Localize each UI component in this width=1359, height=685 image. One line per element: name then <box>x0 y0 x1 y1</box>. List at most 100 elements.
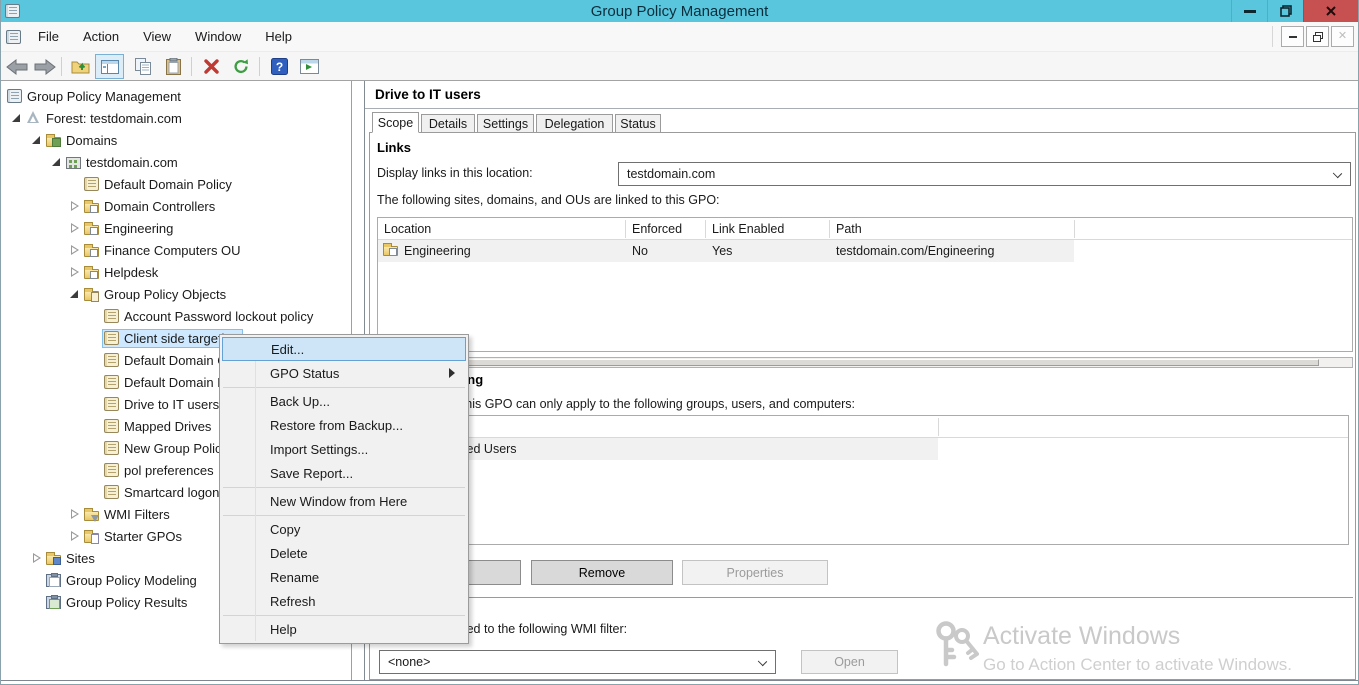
new-window-button[interactable] <box>297 55 321 78</box>
help-button[interactable]: ? <box>267 55 291 78</box>
forward-button[interactable] <box>33 55 57 78</box>
tree-item-testdomain[interactable]: testdomain.com <box>1 151 351 173</box>
column-enforced[interactable]: Enforced <box>626 218 706 240</box>
minimize-button[interactable] <box>1231 0 1267 22</box>
tree-item-default-domain-policy[interactable]: Default Domain Policy <box>1 173 351 195</box>
tree-item-gpmc-root[interactable]: Group Policy Management <box>1 85 351 107</box>
tree-item-finance-computers-ou[interactable]: Finance Computers OU <box>1 239 351 261</box>
back-button[interactable] <box>5 55 29 78</box>
menu-view[interactable]: View <box>131 24 183 49</box>
watermark-title: Activate Windows <box>983 622 1180 651</box>
menu-help[interactable]: Help <box>253 24 304 49</box>
gpo-icon <box>104 485 119 499</box>
wmi-filter-dropdown[interactable]: <none> <box>379 650 776 674</box>
ou-folder-icon <box>84 203 99 213</box>
menu-item-refresh[interactable]: Refresh <box>222 589 466 613</box>
expander-open-icon[interactable] <box>9 111 24 125</box>
tree-item-helpdesk[interactable]: Helpdesk <box>1 261 351 283</box>
copy-button[interactable] <box>131 55 155 78</box>
starter-gpo-folder-icon <box>84 533 99 543</box>
column-location[interactable]: Location <box>378 218 626 240</box>
expander-open-icon[interactable] <box>67 287 82 301</box>
expander-closed-icon[interactable] <box>29 551 44 565</box>
expander-open-icon[interactable] <box>49 155 64 169</box>
open-button[interactable]: Open <box>801 650 898 674</box>
menu-item-edit[interactable]: Edit... <box>222 337 466 361</box>
toolbar-separator <box>191 57 192 76</box>
table-row-engineering[interactable]: Engineering No Yes testdomain.com/Engine… <box>378 240 1354 262</box>
menu-item-save-report[interactable]: Save Report... <box>222 461 466 485</box>
menu-item-import-settings[interactable]: Import Settings... <box>222 437 466 461</box>
tab-details[interactable]: Details <box>421 114 475 133</box>
column-path[interactable]: Path <box>830 218 1074 240</box>
ou-folder-icon <box>84 247 99 257</box>
expander-closed-icon[interactable] <box>67 243 82 257</box>
tree-item-engineering[interactable]: Engineering <box>1 217 351 239</box>
refresh-button[interactable] <box>229 55 253 78</box>
gpo-icon <box>84 177 99 191</box>
tab-settings[interactable]: Settings <box>477 114 534 133</box>
menu-file[interactable]: File <box>26 24 71 49</box>
gpo-title: Drive to IT users <box>375 87 481 102</box>
menu-window[interactable]: Window <box>183 24 253 49</box>
minimize-icon <box>1289 36 1297 38</box>
scrollbar-thumb[interactable] <box>379 359 1319 366</box>
menu-item-copy[interactable]: Copy <box>222 517 466 541</box>
gpo-context-menu: Edit... GPO Status Back Up... Restore fr… <box>219 334 469 644</box>
child-window-controls: ✕ <box>1272 26 1354 47</box>
menu-item-back-up[interactable]: Back Up... <box>222 389 466 413</box>
menu-item-new-window-from-here[interactable]: New Window from Here <box>222 489 466 513</box>
menu-item-restore-from-backup[interactable]: Restore from Backup... <box>222 413 466 437</box>
menu-item-gpo-status[interactable]: GPO Status <box>222 361 466 385</box>
table-row-authenticated-users[interactable]: Authenticated Users <box>378 438 1350 460</box>
gpo-icon <box>104 463 119 477</box>
refresh-icon <box>233 58 250 75</box>
activate-windows-watermark: Activate Windows Go to Action Center to … <box>933 618 1353 680</box>
close-icon <box>1325 5 1337 17</box>
column-link-enabled[interactable]: Link Enabled <box>706 218 830 240</box>
expander-closed-icon[interactable] <box>67 199 82 213</box>
gpo-icon <box>104 441 119 455</box>
forest-icon <box>26 111 41 125</box>
expander-closed-icon[interactable] <box>67 529 82 543</box>
expander-closed-icon[interactable] <box>67 221 82 235</box>
keys-icon <box>933 620 979 672</box>
minimize-icon <box>1244 10 1256 13</box>
up-one-level-button[interactable] <box>69 55 93 78</box>
expander-closed-icon[interactable] <box>67 265 82 279</box>
close-button[interactable] <box>1303 0 1358 22</box>
forward-arrow-icon <box>34 59 56 75</box>
location-dropdown[interactable]: testdomain.com <box>618 162 1351 186</box>
paste-button[interactable] <box>161 55 185 78</box>
delete-button[interactable] <box>199 55 223 78</box>
menu-item-delete[interactable]: Delete <box>222 541 466 565</box>
menu-action[interactable]: Action <box>71 24 131 49</box>
links-horizontal-scrollbar[interactable] <box>377 357 1353 368</box>
child-minimize-button[interactable] <box>1281 26 1304 47</box>
tree-item-domains[interactable]: Domains <box>1 129 351 151</box>
restore-button[interactable] <box>1267 0 1303 22</box>
menu-item-help[interactable]: Help <box>222 617 466 641</box>
menu-item-rename[interactable]: Rename <box>222 565 466 589</box>
tab-delegation[interactable]: Delegation <box>536 114 613 133</box>
tab-status[interactable]: Status <box>615 114 661 133</box>
section-divider <box>371 597 1353 599</box>
watermark-subtitle: Go to Action Center to activate Windows. <box>983 655 1292 675</box>
show-console-tree-button[interactable] <box>95 54 124 79</box>
expander-closed-icon[interactable] <box>67 507 82 521</box>
expander-open-icon[interactable] <box>29 133 44 147</box>
modeling-icon <box>46 574 61 587</box>
console-icon <box>6 30 21 44</box>
properties-button[interactable]: Properties <box>682 560 828 585</box>
tree-item-forest[interactable]: Forest: testdomain.com <box>1 107 351 129</box>
remove-button[interactable]: Remove <box>531 560 673 585</box>
child-restore-button[interactable] <box>1306 26 1329 47</box>
security-table: Name Authenticated Users <box>377 415 1349 545</box>
tree-item-domain-controllers[interactable]: Domain Controllers <box>1 195 351 217</box>
tree-item-group-policy-objects[interactable]: Group Policy Objects <box>1 283 351 305</box>
results-icon <box>46 596 61 609</box>
tree-item-account-password-lockout[interactable]: Account Password lockout policy <box>1 305 351 327</box>
child-close-button[interactable]: ✕ <box>1331 26 1354 47</box>
links-table-header: Location Enforced Link Enabled Path <box>378 218 1352 240</box>
tab-scope[interactable]: Scope <box>372 112 419 133</box>
